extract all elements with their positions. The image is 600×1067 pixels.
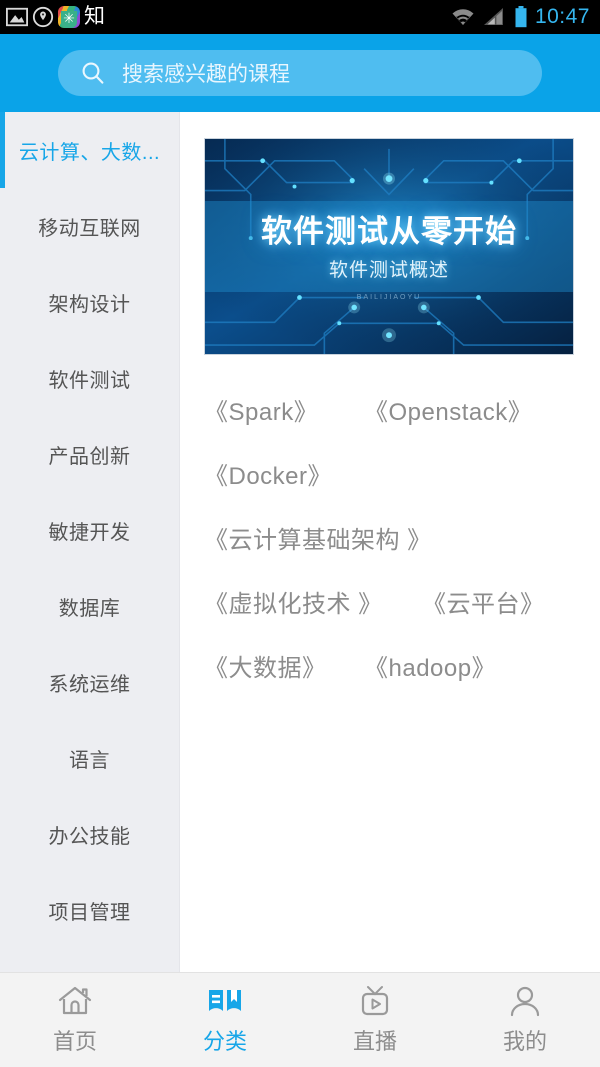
- banner-subtitle: 软件测试概述: [328, 259, 449, 281]
- sidebar-item-cloud-bigdata[interactable]: 云计算、大数...: [0, 112, 179, 188]
- tab-label: 我的: [502, 1029, 547, 1054]
- tab-label: 直播: [352, 1029, 397, 1054]
- status-bar-right-icons: 10:47: [450, 5, 590, 29]
- sidebar-item-label: 办公技能: [48, 825, 131, 848]
- sidebar-item-label: 架构设计: [48, 293, 131, 316]
- sidebar-item-label: 云计算、大数...: [18, 141, 161, 164]
- location-shield-icon: [32, 6, 54, 28]
- sidebar-item-label: 语言: [69, 749, 110, 772]
- course-tag[interactable]: 《云计算基础架构 》: [204, 520, 432, 555]
- search-bar[interactable]: 搜索感兴趣的课程: [58, 50, 542, 96]
- course-banner[interactable]: 软件测试从零开始 软件测试概述 BAILIJIAOYU: [204, 138, 574, 355]
- sidebar-item-label: 敏捷开发: [48, 521, 131, 544]
- course-tag[interactable]: 《Openstack》: [364, 392, 532, 427]
- tab-profile[interactable]: 我的: [450, 973, 600, 1067]
- sidebar-item-software-testing[interactable]: 软件测试: [0, 340, 179, 416]
- book-bookmark-icon: [209, 990, 241, 1011]
- wifi-icon: [452, 9, 474, 25]
- tab-categories[interactable]: 分类: [150, 973, 300, 1067]
- tab-home[interactable]: 首页: [0, 973, 150, 1067]
- status-bar-left-icons: ✳ 知: [6, 6, 105, 28]
- tab-label: 分类: [202, 1029, 247, 1054]
- sidebar-item-label: 数据库: [58, 597, 121, 620]
- tv-play-icon: [361, 986, 389, 1016]
- person-icon: [510, 986, 540, 1017]
- sidebar-item-label: 移动互联网: [38, 217, 141, 240]
- sidebar-item-label: 产品创新: [48, 445, 131, 468]
- sidebar-item-product-innovation[interactable]: 产品创新: [0, 416, 179, 492]
- banner-watermark: BAILIJIAOYU: [356, 293, 422, 301]
- sidebar-item-office-skills[interactable]: 办公技能: [0, 796, 179, 872]
- search-icon: [82, 62, 104, 84]
- sidebar-item-label: 软件测试: [48, 369, 131, 392]
- battery-icon: [515, 6, 527, 28]
- signal-icon: [483, 8, 503, 25]
- banner-text-block: 软件测试从零开始 软件测试概述: [205, 206, 573, 282]
- category-detail-panel: 软件测试从零开始 软件测试概述 BAILIJIAOYU 《Spark》 《Ope…: [180, 112, 600, 972]
- search-input-placeholder[interactable]: 搜索感兴趣的课程: [122, 58, 290, 88]
- app-badge-icon: ✳: [58, 6, 80, 28]
- sidebar-item-architecture[interactable]: 架构设计: [0, 264, 179, 340]
- course-tag[interactable]: 《虚拟化技术 》: [204, 584, 422, 619]
- tag-row: 《Spark》 《Openstack》: [204, 377, 600, 441]
- sidebar-item-agile-development[interactable]: 敏捷开发: [0, 492, 179, 568]
- tag-row: 《大数据》 《hadoop》: [204, 633, 600, 697]
- sidebar-item-mobile-internet[interactable]: 移动互联网: [0, 188, 179, 264]
- course-tag[interactable]: 《Docker》: [204, 456, 332, 491]
- course-tag-list: 《Spark》 《Openstack》 《Docker》 《云计算基础架构 》 …: [204, 377, 600, 697]
- image-icon: [6, 7, 28, 27]
- sidebar-item-language[interactable]: 语言: [0, 720, 179, 796]
- app-badge-glyph: ✳: [63, 10, 75, 26]
- tab-label: 首页: [52, 1029, 97, 1054]
- app-header: 搜索感兴趣的课程: [0, 34, 600, 112]
- category-sidebar[interactable]: 云计算、大数... 移动互联网 架构设计 软件测试 产品创新 敏捷开发 数据库 …: [0, 112, 180, 972]
- app-screen: ✳ 知 10:47 搜索感兴趣的课程 云计算、大数... 移动互联网 架构设计 …: [0, 0, 600, 1067]
- status-bar: ✳ 知 10:47: [0, 0, 600, 34]
- sidebar-item-label: 系统运维: [48, 673, 131, 696]
- course-tag[interactable]: 《大数据》: [204, 648, 364, 683]
- bottom-tab-bar: 首页 分类 直播 我的: [0, 972, 600, 1067]
- notification-char: 知: [84, 5, 105, 28]
- tag-row: 《云计算基础架构 》: [204, 505, 600, 569]
- sidebar-item-label: 项目管理: [48, 901, 131, 924]
- sidebar-item-project-management[interactable]: 项目管理: [0, 872, 179, 948]
- banner-title: 软件测试从零开始: [261, 213, 517, 249]
- status-bar-clock: 10:47: [534, 5, 590, 28]
- content-area: 云计算、大数... 移动互联网 架构设计 软件测试 产品创新 敏捷开发 数据库 …: [0, 112, 600, 972]
- sidebar-item-database[interactable]: 数据库: [0, 568, 179, 644]
- tag-row: 《Docker》: [204, 441, 600, 505]
- course-tag[interactable]: 《云平台》: [422, 584, 545, 619]
- home-icon: [58, 986, 92, 1015]
- course-tag[interactable]: 《Spark》: [204, 392, 364, 427]
- sidebar-item-system-ops[interactable]: 系统运维: [0, 644, 179, 720]
- course-tag[interactable]: 《hadoop》: [364, 648, 496, 683]
- tab-live[interactable]: 直播: [300, 973, 450, 1067]
- tag-row: 《虚拟化技术 》 《云平台》: [204, 569, 600, 633]
